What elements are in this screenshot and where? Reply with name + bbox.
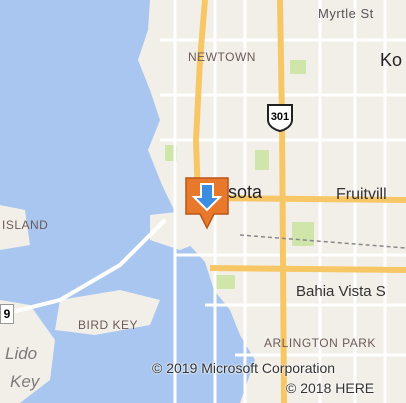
map-view[interactable]: Myrtle St NEWTOWN Ko sota Fruitvill ISLA… — [0, 0, 406, 403]
ko-label: Ko — [380, 50, 403, 70]
us-highway-shield-icon: 301 — [265, 102, 295, 133]
location-pin-icon[interactable] — [184, 176, 230, 230]
bahia-vista — [209, 265, 406, 273]
island-label: ISLAND — [2, 218, 49, 232]
myrtle-st-label: Myrtle St — [318, 6, 374, 21]
park — [215, 275, 235, 289]
key-label: Key — [10, 372, 40, 391]
lido-label: Lido — [5, 344, 38, 363]
bahia-vista-label: Bahia Vista S — [296, 283, 386, 300]
arlington-park-label: ARLINGTON PARK — [264, 336, 376, 350]
bird-key-label: BIRD KEY — [78, 318, 139, 332]
park — [292, 222, 314, 246]
newtown-label: NEWTOWN — [188, 50, 256, 64]
park — [255, 150, 269, 170]
copyright-microsoft: © 2019 Microsoft Corporation — [152, 360, 336, 376]
highway-number: 301 — [270, 111, 290, 123]
copyright-here: © 2018 HERE — [286, 380, 375, 396]
fruitville-label: Fruitvill — [336, 186, 387, 203]
park — [290, 60, 306, 74]
sarasota-label: sota — [228, 182, 263, 202]
route-9-marker: 9 — [0, 304, 14, 324]
